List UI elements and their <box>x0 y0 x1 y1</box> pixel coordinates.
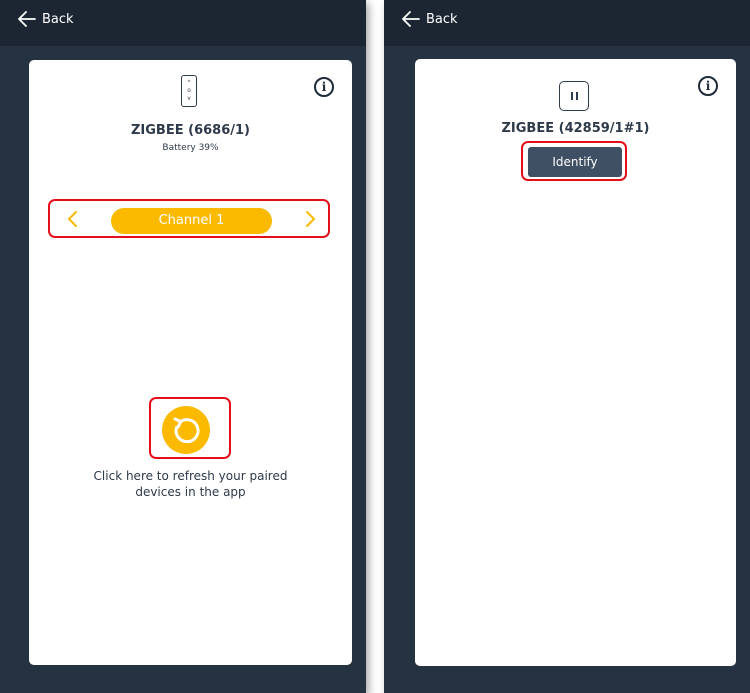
chevron-right-icon[interactable] <box>303 210 317 228</box>
info-icon[interactable]: i <box>314 77 334 97</box>
device-name: ZIGBEE (6686/1) <box>131 123 250 138</box>
back-button[interactable]: Back <box>18 11 74 27</box>
channel-selector: Channel 1 <box>48 199 330 238</box>
device-card: ^ o v i ZIGBEE (6686/1) Battery 39% Channe… <box>29 60 352 665</box>
identify-button[interactable]: Identify <box>528 147 622 177</box>
back-label: Back <box>42 11 74 27</box>
refresh-hint: Click here to refresh your paired device… <box>93 469 288 499</box>
arrow-left-icon <box>18 11 36 27</box>
top-bar: Back <box>384 0 750 46</box>
battery-status: Battery 39% <box>162 143 219 153</box>
device-card: i ZIGBEE (42859/1#1) Identify <box>415 59 736 666</box>
refresh-highlight <box>149 397 231 459</box>
refresh-icon <box>173 417 200 444</box>
chevron-left-icon[interactable] <box>66 210 80 228</box>
identify-highlight: Identify <box>521 141 627 181</box>
back-button[interactable]: Back <box>402 11 458 27</box>
info-icon[interactable]: i <box>698 76 718 96</box>
channel-pill[interactable]: Channel 1 <box>111 208 272 234</box>
refresh-button[interactable] <box>162 406 210 454</box>
device-name: ZIGBEE (42859/1#1) <box>501 121 650 136</box>
left-phone-screen: Back ^ o v i ZIGBEE (6686/1) Battery 39% C… <box>0 0 366 693</box>
top-bar: Back <box>0 0 366 46</box>
back-label: Back <box>426 11 458 27</box>
arrow-left-icon <box>402 11 420 27</box>
right-phone-screen: Back i ZIGBEE (42859/1#1) Identify <box>384 0 750 693</box>
pause-switch-icon <box>559 81 589 111</box>
remote-control-icon: ^ o v <box>181 75 197 107</box>
